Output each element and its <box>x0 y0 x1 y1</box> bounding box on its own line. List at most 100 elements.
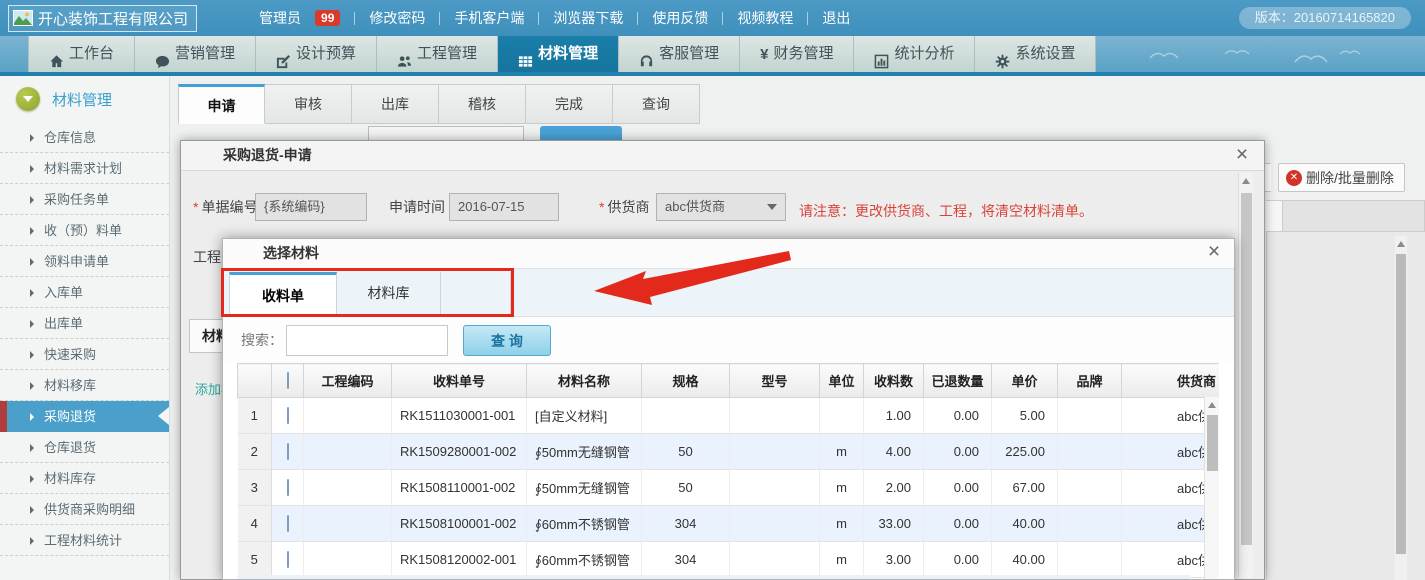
supplier-label: *供货商 <box>599 193 649 221</box>
search-input[interactable] <box>286 325 448 356</box>
table-row[interactable]: 5 RK1508120002-001 ∮60mm不锈钢管 304 m 3.00 … <box>238 542 1220 578</box>
table-row[interactable]: 1 RK1511030001-001 [自定义材料] 1.00 0.00 5.0… <box>238 398 1220 434</box>
sidebar: 材料管理 仓库信息 材料需求计划 采购任务单 收（预）料单 领料申请单 入库单 … <box>0 76 170 580</box>
select-all-header <box>272 364 304 398</box>
scroll-up-button[interactable] <box>1239 173 1253 188</box>
nav-customer-service[interactable]: 客服管理 <box>619 36 740 72</box>
nav-material[interactable]: 材料管理 <box>498 36 619 72</box>
scrollbar-thumb[interactable] <box>1396 254 1406 554</box>
nav-finance[interactable]: ¥ 财务管理 <box>740 36 854 72</box>
scroll-up-button[interactable] <box>1395 236 1407 251</box>
background-table-header-cell <box>1266 201 1283 231</box>
sidebar-item-warehouse-info[interactable]: 仓库信息 <box>0 122 169 153</box>
picker-title: 选择材料 <box>223 239 1234 269</box>
tab-complete[interactable]: 完成 <box>526 84 613 124</box>
menu-change-password[interactable]: 修改密码 <box>369 8 425 28</box>
menu-browser-download[interactable]: 浏览器下载 <box>553 8 623 28</box>
scrollbar-thumb[interactable] <box>1207 415 1218 471</box>
sidebar-item-label: 采购任务单 <box>44 192 109 207</box>
nav-project[interactable]: 工程管理 <box>377 36 498 72</box>
col-brand[interactable]: 品牌 <box>1058 364 1122 398</box>
menu-logout[interactable]: 退出 <box>822 8 850 28</box>
tab-review[interactable]: 审核 <box>265 84 352 124</box>
supplier-select[interactable]: abc供货商 <box>656 193 786 221</box>
sidebar-item-purchase-return[interactable]: 采购退货 <box>0 401 169 432</box>
nav-label: 统计分析 <box>894 36 954 72</box>
nav-statistics[interactable]: 统计分析 <box>854 36 975 72</box>
menu-video-tutorial[interactable]: 视频教程 <box>737 8 793 28</box>
search-button[interactable]: 查 询 <box>463 325 551 356</box>
order-no-field[interactable]: {系统编码} <box>255 193 367 221</box>
col-receipt-no[interactable]: 收料单号 <box>392 364 527 398</box>
tab-query[interactable]: 查询 <box>613 84 700 124</box>
notification-badge[interactable]: 99 <box>315 10 340 26</box>
col-received-qty[interactable]: 收料数 <box>864 364 924 398</box>
background-scrollbar[interactable] <box>1395 236 1407 580</box>
supplier-value: abc供货商 <box>665 194 725 220</box>
collapse-circle-icon[interactable] <box>16 87 40 111</box>
sidebar-item-supplier-purchase-detail[interactable]: 供货商采购明细 <box>0 494 169 525</box>
warning-text: 请注意：更改供货商、工程，将清空材料清单。 <box>799 197 1093 225</box>
scroll-up-button[interactable] <box>1205 397 1219 412</box>
row-checkbox[interactable] <box>287 407 289 424</box>
scrollbar-thumb[interactable] <box>1241 193 1252 545</box>
sidebar-title: 材料管理 <box>52 89 112 110</box>
sidebar-item-requisition[interactable]: 领料申请单 <box>0 246 169 277</box>
sidebar-item-material-stock[interactable]: 材料库存 <box>0 463 169 494</box>
main-nav: 工作台 营销管理 设计预算 工程管理 材料管理 客服管理 ¥ 财务管理 统计分析 <box>0 36 1425 76</box>
close-icon[interactable]: × <box>1230 143 1254 167</box>
col-model[interactable]: 型号 <box>730 364 820 398</box>
tab-material-library[interactable]: 材料库 <box>337 272 441 317</box>
sidebar-item-material-transfer[interactable]: 材料移库 <box>0 370 169 401</box>
nav-marketing[interactable]: 营销管理 <box>135 36 256 72</box>
project-label: 工程 <box>193 247 221 267</box>
delete-x-icon: ✕ <box>1286 170 1302 186</box>
company-logo: 开心装饰工程有限公司 <box>8 5 197 32</box>
delete-batch-button[interactable]: ✕ 删除/批量删除 <box>1278 163 1405 192</box>
row-checkbox[interactable] <box>287 515 289 532</box>
active-red-bar <box>0 401 7 432</box>
modal-scrollbar[interactable] <box>1238 173 1253 578</box>
sidebar-item-material-demand-plan[interactable]: 材料需求计划 <box>0 153 169 184</box>
apply-time-field[interactable]: 2016-07-15 <box>449 193 559 221</box>
nav-workbench[interactable]: 工作台 <box>28 36 135 72</box>
search-label: 搜索： <box>241 325 283 355</box>
tab-receipt-orders[interactable]: 收料单 <box>229 272 337 317</box>
table-row[interactable]: 4 RK1508100001-002 ∮60mm不锈钢管 304 m 33.00… <box>238 506 1220 542</box>
user-label[interactable]: 管理员 <box>259 8 301 28</box>
sidebar-item-label: 快速采购 <box>44 347 96 362</box>
tab-outbound[interactable]: 出库 <box>352 84 439 124</box>
material-table-wrap: 工程编码 收料单号 材料名称 规格 型号 单位 收料数 已退数量 单价 品牌 供… <box>237 363 1219 579</box>
col-supplier[interactable]: 供货商 <box>1122 364 1220 398</box>
table-row[interactable]: 3 RK1508110001-002 ∮50mm无缝钢管 50 m 2.00 0… <box>238 470 1220 506</box>
select-all-checkbox[interactable] <box>287 372 289 389</box>
content-tabs: 申请 审核 出库 稽核 完成 查询 <box>178 84 700 124</box>
sidebar-item-inbound[interactable]: 入库单 <box>0 277 169 308</box>
sidebar-item-purchase-task[interactable]: 采购任务单 <box>0 184 169 215</box>
close-icon[interactable]: × <box>1202 240 1226 264</box>
table-scrollbar[interactable] <box>1204 397 1219 579</box>
col-unit[interactable]: 单位 <box>820 364 864 398</box>
col-spec[interactable]: 规格 <box>642 364 730 398</box>
menu-mobile-client[interactable]: 手机客户端 <box>454 8 524 28</box>
menu-feedback[interactable]: 使用反馈 <box>652 8 708 28</box>
sidebar-item-quick-purchase[interactable]: 快速采购 <box>0 339 169 370</box>
sidebar-item-receive-order[interactable]: 收（预）料单 <box>0 215 169 246</box>
sidebar-item-project-material-stats[interactable]: 工程材料统计 <box>0 525 169 556</box>
nav-design-budget[interactable]: 设计预算 <box>256 36 377 72</box>
tab-apply[interactable]: 申请 <box>178 84 265 124</box>
row-checkbox[interactable] <box>287 479 289 496</box>
col-unit-price[interactable]: 单价 <box>992 364 1058 398</box>
row-checkbox[interactable] <box>287 443 289 460</box>
arrow-right-icon <box>30 134 34 142</box>
col-material-name[interactable]: 材料名称 <box>527 364 642 398</box>
sidebar-item-outbound[interactable]: 出库单 <box>0 308 169 339</box>
tab-audit[interactable]: 稽核 <box>439 84 526 124</box>
col-project-code[interactable]: 工程编码 <box>304 364 392 398</box>
col-returned-qty[interactable]: 已退数量 <box>924 364 992 398</box>
table-row[interactable]: 2 RK1509280001-002 ∮50mm无缝钢管 50 m 4.00 0… <box>238 434 1220 470</box>
nav-settings[interactable]: 系统设置 <box>975 36 1096 72</box>
row-checkbox[interactable] <box>287 551 289 568</box>
sidebar-item-warehouse-return[interactable]: 仓库退货 <box>0 432 169 463</box>
sidebar-header[interactable]: 材料管理 <box>0 76 169 122</box>
